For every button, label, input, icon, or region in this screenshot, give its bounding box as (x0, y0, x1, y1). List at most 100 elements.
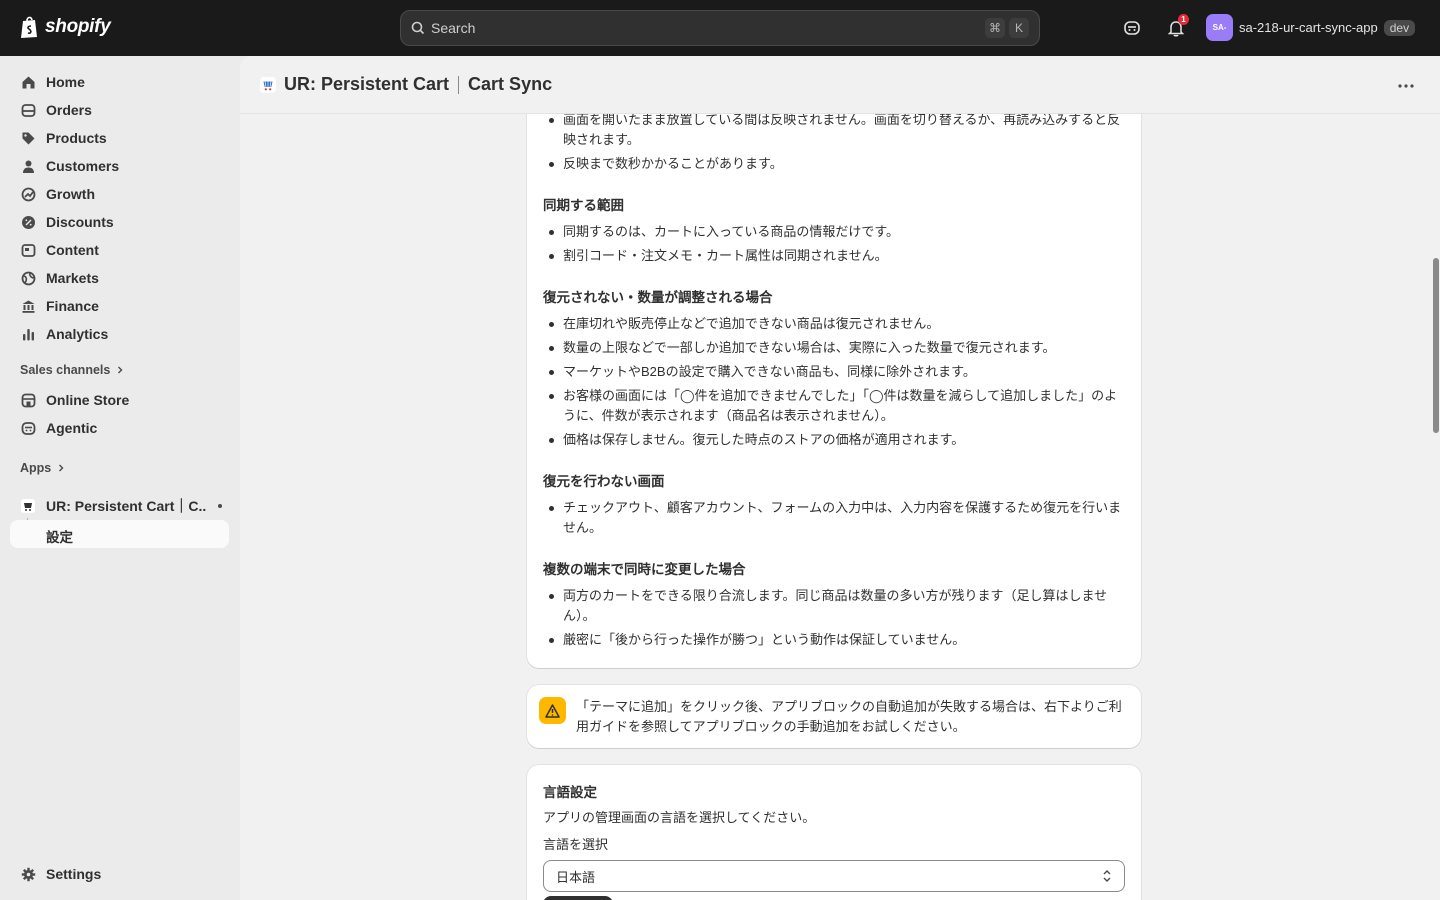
list-item: 在庫切れや販売停止などで追加できない商品は復元されません。 (543, 314, 1125, 334)
sidebar-item-label: Customers (46, 158, 120, 174)
chevron-right-icon (118, 366, 123, 374)
language-select-label: 言語を選択 (543, 837, 609, 852)
sidebar-item-label: Products (46, 130, 107, 146)
select-chevron-icon (1103, 870, 1111, 882)
sidebar-item-label: Markets (46, 270, 99, 286)
orders-icon (20, 102, 36, 118)
scrollbar-thumb[interactable] (1433, 258, 1439, 433)
section-heading: 同期する範囲 (543, 198, 624, 213)
sidebar-item-analytics[interactable]: Analytics (10, 320, 229, 348)
page-title-bar: UR: Persistent Cart Cart Sync (240, 56, 1440, 114)
agentic-icon (20, 420, 36, 436)
env-badge: dev (1383, 19, 1416, 36)
sidebar-item-orders[interactable]: Orders (10, 96, 229, 124)
list-item: 反映まで数秒かかることがあります。 (543, 154, 1125, 174)
sidebar-item-home[interactable]: Home (10, 68, 229, 96)
sidebar-item-app[interactable]: UR: Persistent Cart｜C... (10, 492, 229, 520)
sidebar-item-label: Finance (46, 298, 99, 314)
section-list: 両方のカートをできる限り合流します。同じ商品は数量の多い方が残ります（足し算はし… (543, 586, 1125, 650)
sidekick-button[interactable] (1120, 16, 1144, 40)
section-list: 同期するのは、カートに入っている商品の情報だけです。 割引コード・注文メモ・カー… (543, 222, 1125, 266)
sidebar-item-label: Discounts (46, 214, 114, 230)
list-item: 同期するのは、カートに入っている商品の情報だけです。 (543, 222, 1125, 242)
sidebar-item-agentic[interactable]: Agentic (10, 414, 229, 442)
sidebar-item-label: Home (46, 74, 85, 90)
sidebar-item-markets[interactable]: Markets (10, 264, 229, 292)
shortcut-key: K (1009, 18, 1029, 38)
search-placeholder: Search (431, 20, 476, 36)
top-bar: shopify Search ⌘ K 1 SA- sa-218-ur-cart-… (0, 0, 1440, 56)
sidebar-item-label: Agentic (46, 420, 98, 436)
gear-icon (20, 866, 36, 882)
language-select[interactable]: 日本語 (543, 860, 1125, 892)
sidebar-item-online-store[interactable]: Online Store (10, 386, 229, 414)
section-list: チェックアウト、顧客アカウント、フォームの入力中は、入力内容を保護するため復元を… (543, 498, 1125, 538)
warning-banner: 「テーマに追加」をクリック後、アプリブロックの自動追加が失敗する場合は、右下より… (527, 685, 1141, 748)
apps-label: Apps (20, 461, 52, 475)
section-heading: 復元されない・数量が調整される場合 (543, 290, 773, 305)
save-button[interactable] (543, 896, 613, 900)
list-item: 数量の上限などで一部しか追加できない場合は、実際に入った数量で復元されます。 (543, 338, 1125, 358)
list-item: 画面を開いたまま放置している間は反映されません。画面を切り替えるか、再読み込みす… (543, 110, 1125, 150)
more-actions-button[interactable] (1398, 76, 1414, 91)
store-icon (20, 392, 36, 408)
list-item: 割引コード・注文メモ・カート属性は同期されません。 (543, 246, 1125, 266)
shopify-bag-icon (21, 16, 37, 38)
sidebar-item-label: 設定 (46, 530, 73, 545)
notifications-button[interactable]: 1 (1164, 14, 1189, 40)
home-icon (20, 74, 36, 90)
sidebar-item-label: Online Store (46, 392, 130, 408)
sidebar-item-products[interactable]: Products (10, 124, 229, 152)
sidebar-item-growth[interactable]: Growth (10, 180, 229, 208)
app-status-dot (218, 504, 222, 508)
tag-icon (20, 130, 36, 146)
search-icon (411, 21, 425, 35)
list-item: チェックアウト、顧客アカウント、フォームの入力中は、入力内容を保護するため復元を… (543, 498, 1125, 538)
discount-icon (20, 214, 36, 230)
page-subtitle: Cart Sync (468, 74, 553, 94)
sidebar-item-label: Settings (46, 866, 102, 882)
shortcut-cmd: ⌘ (985, 18, 1005, 38)
section-heading: 復元を行わない画面 (543, 474, 665, 489)
growth-icon (20, 186, 36, 202)
sales-channels-heading[interactable]: Sales channels (20, 363, 124, 377)
main-content: 画面を開いたまま放置している間は反映されません。画面を切り替えるか、再読み込みす… (240, 56, 1440, 900)
language-settings-card: 言語設定 アプリの管理画面の言語を選択してください。 言語を選択 日本語 (527, 765, 1141, 900)
notification-badge: 1 (1178, 14, 1189, 25)
bank-icon (20, 298, 36, 314)
list-item: お客様の画面には「◯件を追加できませんでした」「◯件は数量を減らして追加しました… (543, 386, 1125, 426)
store-name: sa-218-ur-cart-sync-app (1239, 20, 1378, 35)
info-card-body: 画面を開いたまま放置している間は反映されません。画面を切り替えるか、再読み込みす… (543, 76, 1125, 650)
store-menu[interactable]: SA- sa-218-ur-cart-sync-app dev (1206, 14, 1416, 41)
list-item: マーケットやB2Bの設定で購入できない商品も、同様に除外されます。 (543, 362, 1125, 382)
sidekick-icon (1124, 21, 1140, 35)
sidebar-item-label: Orders (46, 102, 92, 118)
content-icon (20, 242, 36, 258)
language-description: アプリの管理画面の言語を選択してください。 (543, 810, 816, 825)
sidebar-item-label: Content (46, 242, 99, 258)
intro-list: 画面を開いたまま放置している間は反映されません。画面を切り替えるか、再読み込みす… (543, 110, 1125, 174)
sidebar-item-finance[interactable]: Finance (10, 292, 229, 320)
sidebar-item-label: Analytics (46, 326, 109, 342)
list-item: 厳密に「後から行った操作が勝つ」という動作は保証していません。 (543, 630, 1125, 650)
person-icon (20, 158, 36, 174)
language-title: 言語設定 (543, 785, 597, 800)
sidebar-item-content[interactable]: Content (10, 236, 229, 264)
apps-heading[interactable]: Apps (20, 461, 65, 475)
chart-icon (20, 326, 36, 342)
language-select-value: 日本語 (556, 869, 596, 885)
chevron-right-icon (59, 464, 64, 472)
page-title: UR: Persistent Cart (284, 74, 450, 94)
title-divider (458, 75, 460, 94)
sidebar-item-label: UR: Persistent Cart｜C... (46, 498, 206, 514)
more-horizontal-icon (1398, 84, 1414, 88)
sidebar-item-settings-sub[interactable]: 設定 (10, 520, 229, 548)
sidebar-item-settings[interactable]: Settings (10, 860, 229, 888)
globe-icon (20, 270, 36, 286)
warning-text: 「テーマに追加」をクリック後、アプリブロックの自動追加が失敗する場合は、右下より… (576, 699, 1122, 734)
search-input[interactable]: Search ⌘ K (400, 10, 1040, 46)
scrollbar-track[interactable] (1432, 114, 1440, 900)
sidebar-item-discounts[interactable]: Discounts (10, 208, 229, 236)
shopify-logo[interactable]: shopify (20, 15, 111, 39)
sidebar-item-customers[interactable]: Customers (10, 152, 229, 180)
